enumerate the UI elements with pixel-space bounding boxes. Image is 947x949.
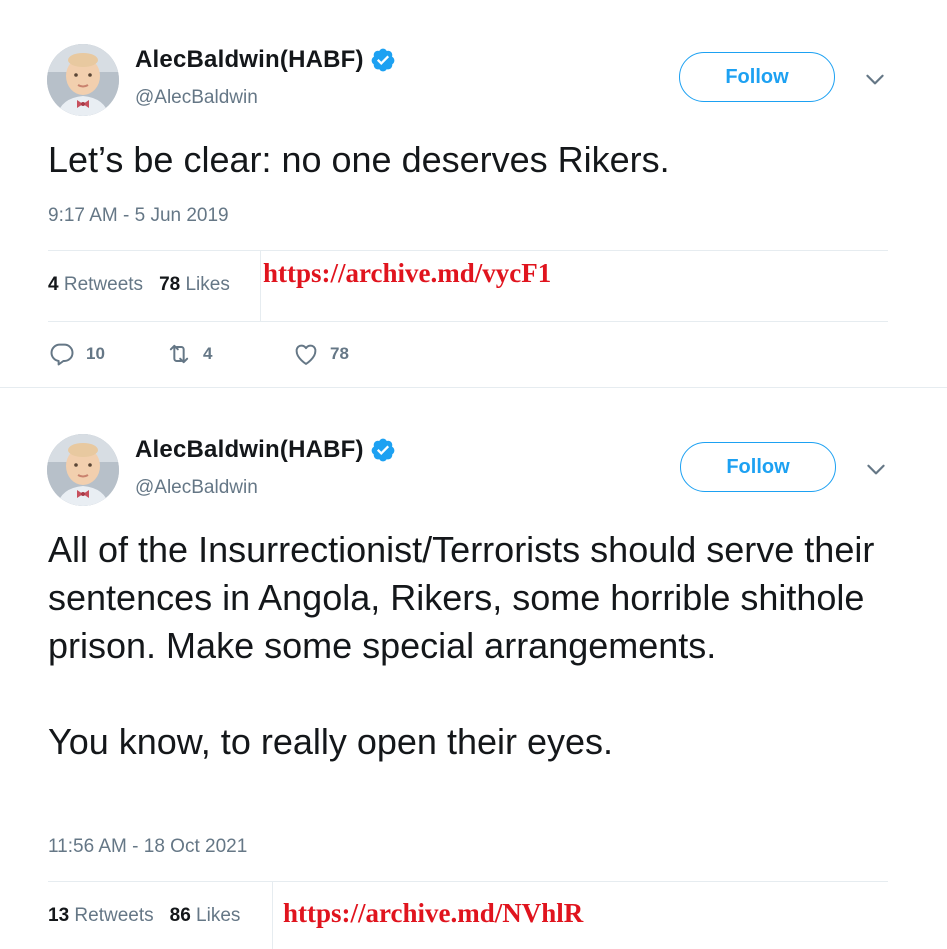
stats-divider — [272, 882, 273, 949]
reply-icon — [50, 343, 74, 366]
tweet-text: Let’s be clear: no one deserves Rikers. — [48, 139, 670, 180]
divider — [48, 881, 888, 882]
archive-link: https://archive.md/vycF1 — [263, 258, 552, 288]
tweet-timestamp[interactable]: 11:56 AM - 18 Oct 2021 — [48, 836, 247, 858]
like-count: 78 — [330, 344, 349, 363]
retweets-label: Retweets — [63, 274, 144, 295]
likes-label: Likes — [185, 274, 230, 295]
retweets-count: 4 — [48, 274, 59, 295]
author-name-row: AlecBaldwin(HABF) — [135, 46, 396, 74]
display-name[interactable]: AlecBaldwin(HABF) — [135, 436, 364, 464]
likes-stat[interactable]: 78 Likes — [159, 274, 230, 296]
likes-count: 78 — [159, 274, 181, 295]
likes-count: 86 — [169, 905, 191, 926]
divider — [48, 321, 888, 322]
like-heart-icon — [295, 344, 317, 365]
author-name-row: AlecBaldwin(HABF) — [135, 436, 396, 464]
likes-stat[interactable]: 86 Likes — [170, 905, 241, 927]
retweets-stat[interactable]: 4 Retweets — [48, 274, 143, 296]
chevron-down-icon[interactable] — [862, 66, 888, 92]
reply-button[interactable]: 10 — [48, 340, 165, 368]
display-name[interactable]: AlecBaldwin(HABF) — [135, 46, 364, 74]
reply-count: 10 — [86, 344, 105, 363]
retweets-count: 13 — [48, 905, 70, 926]
divider — [48, 250, 888, 251]
follow-button[interactable]: Follow — [679, 52, 835, 102]
retweet-button[interactable]: 4 — [165, 340, 292, 368]
author-handle[interactable]: @AlecBaldwin — [135, 87, 258, 109]
retweet-icon — [169, 344, 189, 364]
tweet-card: AlecBaldwin(HABF) @AlecBaldwin Follow Le… — [0, 0, 947, 388]
follow-button[interactable]: Follow — [680, 442, 836, 492]
tweet-card: AlecBaldwin(HABF) @AlecBaldwin Follow Al… — [0, 390, 947, 949]
author-handle[interactable]: @AlecBaldwin — [135, 477, 258, 499]
archive-link: https://archive.md/NVhlR — [283, 898, 584, 928]
tweet-timestamp[interactable]: 9:17 AM - 5 Jun 2019 — [48, 205, 229, 227]
retweets-stat[interactable]: 13 Retweets — [48, 905, 154, 927]
verified-badge-icon — [370, 437, 396, 463]
tweet-separator — [0, 387, 947, 388]
stats-divider — [260, 251, 261, 321]
retweets-label: Retweets — [74, 905, 154, 926]
avatar[interactable] — [47, 434, 119, 506]
engagement-stats: 4 Retweets 78 Likes — [48, 274, 230, 296]
tweet-actions: 10 4 78 — [48, 340, 349, 368]
avatar[interactable] — [47, 44, 119, 116]
engagement-stats: 13 Retweets 86 Likes — [48, 905, 240, 927]
retweet-count: 4 — [203, 344, 213, 363]
likes-label: Likes — [196, 905, 241, 926]
like-button[interactable]: 78 — [292, 340, 349, 368]
chevron-down-icon[interactable] — [863, 456, 889, 482]
verified-badge-icon — [370, 47, 396, 73]
tweet-text: All of the Insurrectionist/Terrorists sh… — [48, 529, 875, 762]
